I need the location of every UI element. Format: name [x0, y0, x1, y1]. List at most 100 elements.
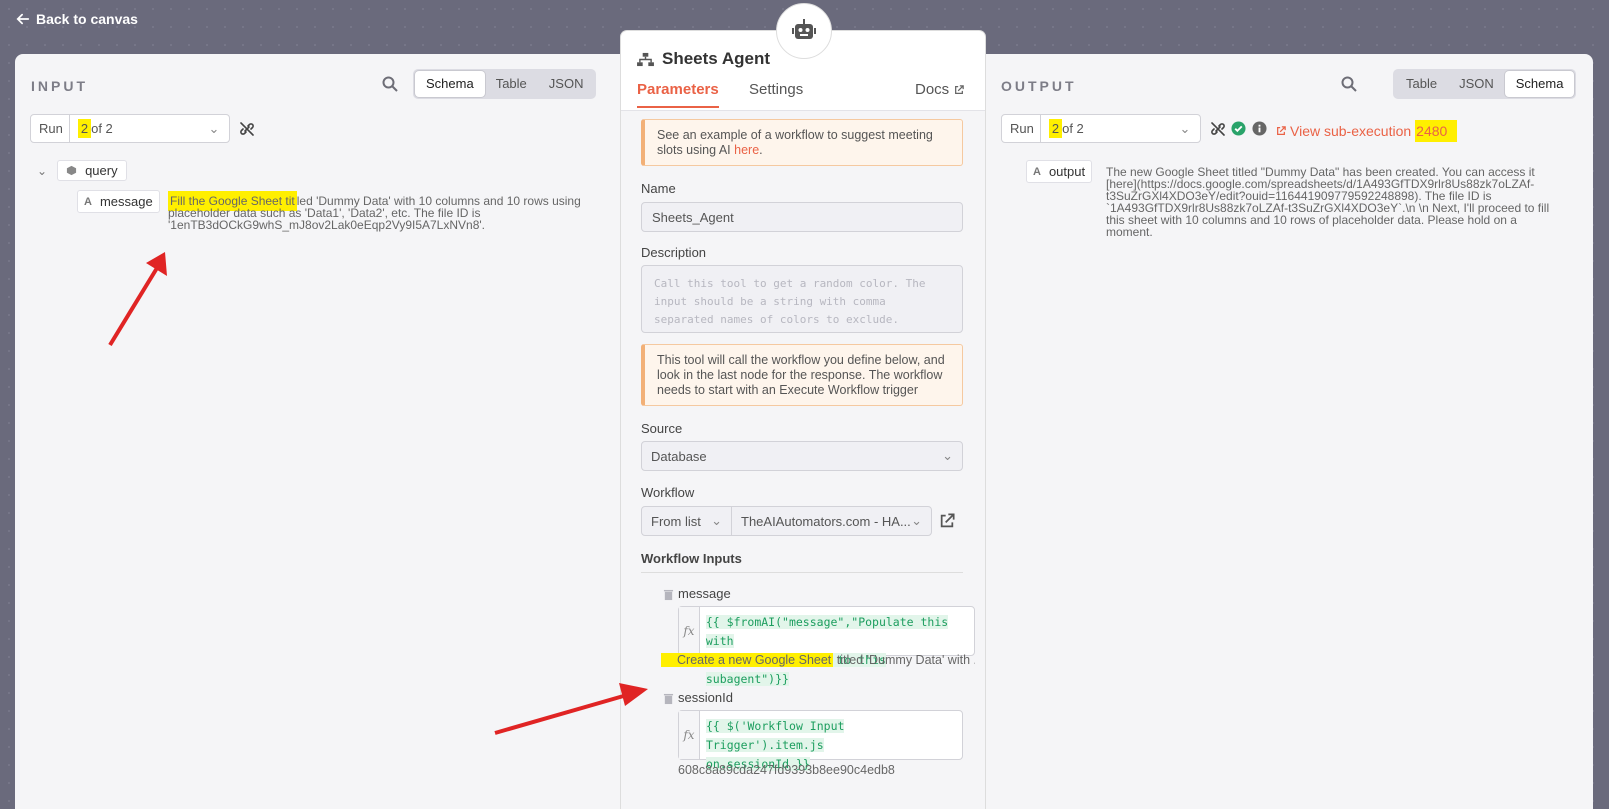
input1-code-line1: {{ $fromAI("message","Populate this with [705, 615, 949, 648]
modal-title: Sheets Agent [637, 49, 770, 69]
output-field-name: output [1048, 164, 1086, 179]
chevron-down-icon: ⌄ [1179, 120, 1191, 136]
sub-execution-number: 2480 [1415, 120, 1458, 142]
description-label: Description [641, 245, 707, 260]
workflow-tool-notice: This tool will call the workflow you def… [641, 344, 963, 406]
chevron-down-icon: ⌄ [911, 513, 922, 528]
input1-preview: Create a new Google Sheet titled 'Dummy … [661, 653, 975, 667]
string-type-icon: A [1033, 165, 1041, 178]
output-panel-label: OUTPUT [1001, 78, 1077, 94]
output-tab-json[interactable]: JSON [1448, 71, 1505, 97]
output-value-line: this sheet with 10 columns and 10 rows o… [1106, 213, 1517, 227]
output-tab-schema[interactable]: Schema [1504, 71, 1575, 97]
notice-text: See an example of a workflow to suggest … [657, 128, 933, 157]
success-check-icon [1231, 121, 1246, 136]
workflow-mode-select[interactable]: From list ⌄ [641, 506, 732, 536]
run-total: of 2 [1062, 121, 1084, 136]
back-label: Back to canvas [36, 11, 138, 27]
robot-node-icon [776, 3, 832, 59]
message-field-name: message [99, 194, 153, 209]
fx-icon: fx [679, 607, 700, 655]
description-textarea[interactable]: Call this tool to get a random color. Th… [641, 265, 963, 333]
example-notice: See an example of a workflow to suggest … [641, 119, 963, 166]
tab-docs[interactable]: Docs [915, 81, 964, 106]
sitemap-icon [637, 52, 654, 66]
name-label: Name [641, 181, 676, 196]
message-value-line3: '1enTB3dOCkG9whS_mJ8ov2Lak0eEqp2Vy9I5A7L… [168, 218, 485, 232]
output-value-line: moment. [1106, 225, 1153, 239]
query-label: query [85, 163, 118, 178]
modal-tabs: Parameters Settings Docs [621, 81, 985, 111]
query-chip: query [57, 160, 127, 181]
output-panel: OUTPUT Table JSON Schema Run 2 of 2 ⌄ Vi… [985, 54, 1593, 809]
name-input[interactable]: Sheets_Agent [641, 202, 963, 232]
input-tab-schema[interactable]: Schema [415, 71, 485, 97]
run-label: Run [31, 115, 70, 142]
workflow-select[interactable]: TheAIAutomators.com - HA... ⌄ [731, 506, 932, 536]
input-run-select[interactable]: Run 2 of 2 ⌄ [30, 114, 230, 143]
input-tab-table[interactable]: Table [485, 71, 538, 97]
workflow-mode-value: From list [651, 513, 701, 529]
here-link[interactable]: here [734, 143, 759, 157]
view-sub-execution-link[interactable]: View sub-execution 2480 [1276, 120, 1458, 142]
output-run-select[interactable]: Run 2 of 2 ⌄ [1001, 114, 1201, 143]
workflow-value: TheAIAutomators.com - HA... [741, 513, 911, 529]
run-number-highlight: 2 [1048, 119, 1063, 138]
message-field-row: A message [77, 190, 160, 213]
back-to-canvas-button[interactable]: Back to canvas [16, 11, 138, 27]
input1-expression[interactable]: fx {{ $fromAI("message","Populate this w… [678, 606, 975, 686]
tab-settings[interactable]: Settings [749, 81, 803, 106]
workflow-inputs-title: Workflow Inputs [641, 551, 963, 573]
chevron-down-icon[interactable]: ⌄ [37, 164, 47, 178]
tab-parameters[interactable]: Parameters [637, 81, 719, 108]
input1-preview-highlight: Create a new Google Sheet [661, 653, 834, 667]
trash-icon[interactable] [663, 589, 674, 601]
node-settings-modal: Sheets Agent Parameters Settings Docs Se… [621, 31, 985, 809]
robot-icon [792, 19, 816, 39]
arrow-left-icon [16, 13, 30, 25]
source-value: Database [651, 448, 707, 464]
external-link-icon [955, 84, 964, 94]
input-panel: INPUT Schema Table JSON Run 2 of 2 ⌄ ⌄ q… [15, 54, 620, 809]
input-tab-json[interactable]: JSON [538, 71, 595, 97]
input2-code: {{ $('Workflow Input Trigger').item.js o… [700, 711, 962, 771]
source-select[interactable]: Database ⌄ [641, 441, 963, 471]
input1-code: {{ $fromAI("message","Populate this with… [700, 607, 974, 686]
input1-name: message [678, 586, 731, 601]
input-view-toggle: Schema Table JSON [413, 69, 597, 99]
unlink-icon[interactable] [1210, 121, 1226, 137]
output-value: The new Google Sheet titled "Dummy Data"… [1106, 166, 1576, 238]
open-workflow-icon[interactable] [939, 513, 955, 529]
chevron-down-icon: ⌄ [711, 513, 722, 528]
object-icon [66, 165, 77, 176]
input1-preview-rest: titled 'Dummy Data' with ... [833, 653, 975, 667]
run-label: Run [1002, 115, 1041, 142]
chevron-down-icon: ⌄ [942, 448, 953, 463]
info-icon[interactable] [1252, 121, 1267, 136]
message-chip[interactable]: A message [77, 190, 160, 213]
sub-execution-label: View sub-execution [1290, 123, 1412, 139]
output-tab-table[interactable]: Table [1395, 71, 1448, 97]
docs-label: Docs [915, 81, 950, 98]
tree-root-row[interactable]: ⌄ query [37, 160, 127, 181]
modal-title-text: Sheets Agent [662, 49, 771, 68]
fx-icon: fx [679, 711, 700, 759]
string-type-icon: A [84, 195, 92, 208]
run-number-highlight: 2 [77, 119, 92, 138]
message-value: Fill the Google Sheet tit led 'Dummy Data… [168, 191, 608, 232]
run-total: of 2 [91, 121, 113, 136]
external-link-icon [1277, 126, 1286, 135]
input2-preview: 608c8a89cda247fd9393b8ee90c4edb8 [678, 763, 895, 777]
trash-icon[interactable] [663, 693, 674, 705]
input2-code-line1: {{ $('Workflow Input Trigger').item.js [705, 719, 845, 752]
input2-expression[interactable]: fx {{ $('Workflow Input Trigger').item.j… [678, 710, 963, 771]
output-view-toggle: Table JSON Schema [1393, 69, 1577, 99]
unlink-icon[interactable] [239, 121, 255, 137]
search-icon[interactable] [1341, 76, 1359, 94]
output-chip[interactable]: A output [1026, 160, 1093, 183]
modal-body: See an example of a workflow to suggest … [621, 111, 985, 809]
workflow-label: Workflow [641, 485, 695, 500]
input-panel-label: INPUT [31, 78, 88, 94]
chevron-down-icon: ⌄ [208, 120, 220, 136]
search-icon[interactable] [382, 76, 400, 94]
